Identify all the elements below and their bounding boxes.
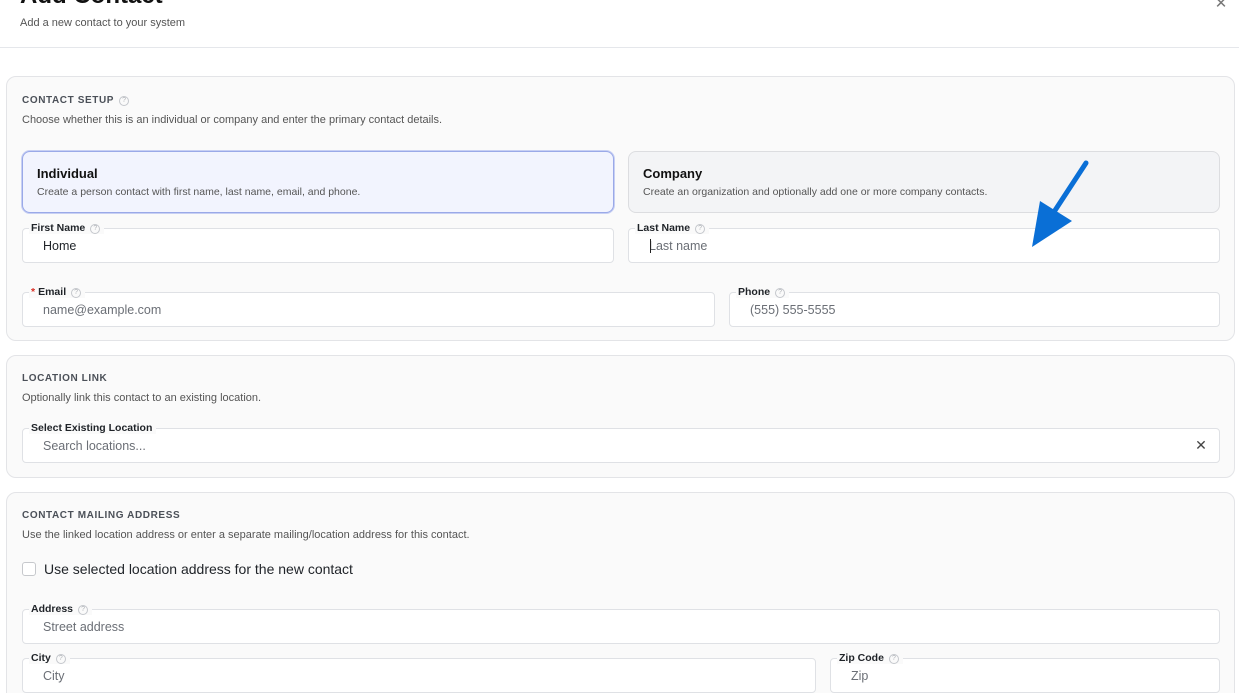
city-field: City? <box>22 652 816 693</box>
email-field: * Email? <box>22 286 715 327</box>
phone-label: Phone? <box>736 286 790 298</box>
zip-code-field: Zip Code? <box>830 652 1220 693</box>
checkbox-label: Use selected location address for the ne… <box>44 561 353 577</box>
type-card-title: Company <box>643 166 703 181</box>
location-select-field: Select Existing Location ✕ <box>22 422 1220 463</box>
dialog-title: Add Contact <box>20 0 163 8</box>
type-card-individual[interactable]: Individual Create a person contact with … <box>22 151 614 213</box>
type-card-description: Create an organization and optionally ad… <box>643 186 988 198</box>
first-name-input[interactable] <box>43 238 593 254</box>
use-location-address-checkbox[interactable] <box>22 562 36 576</box>
contact-setup-section: CONTACT SETUP? Choose whether this is an… <box>6 76 1235 341</box>
help-icon[interactable]: ? <box>55 654 66 664</box>
clear-icon[interactable]: ✕ <box>1193 437 1209 453</box>
location-link-section: LOCATION LINK Optionally link this conta… <box>6 355 1235 478</box>
close-icon[interactable]: ✕ <box>1213 0 1229 12</box>
mailing-address-title: CONTACT MAILING ADDRESS <box>22 510 181 521</box>
address-input[interactable] <box>43 619 1199 635</box>
type-card-title: Individual <box>37 166 98 181</box>
email-label: * Email? <box>29 286 86 298</box>
contact-setup-title: CONTACT SETUP? <box>22 95 130 106</box>
use-location-address-option[interactable]: Use selected location address for the ne… <box>22 560 353 578</box>
help-icon[interactable]: ? <box>775 288 786 298</box>
required-mark: * <box>31 286 36 298</box>
email-input[interactable] <box>43 302 694 318</box>
help-icon[interactable]: ? <box>71 288 82 298</box>
location-link-description: Optionally link this contact to an exist… <box>22 392 262 404</box>
help-icon[interactable]: ? <box>90 224 101 234</box>
type-card-company[interactable]: Company Create an organization and optio… <box>628 151 1220 213</box>
help-icon[interactable]: ? <box>695 224 706 234</box>
location-search-input[interactable] <box>43 438 1199 454</box>
first-name-field: First Name? <box>22 222 614 263</box>
address-field: Address? <box>22 603 1220 644</box>
phone-field: Phone? <box>729 286 1220 327</box>
last-name-field: Last Name? <box>628 222 1220 263</box>
first-name-label: First Name? <box>29 222 105 234</box>
help-icon[interactable]: ? <box>119 96 130 106</box>
text-caret <box>650 239 651 253</box>
location-link-title: LOCATION LINK <box>22 373 108 384</box>
help-icon[interactable]: ? <box>888 654 899 664</box>
dialog-header: Add Contact Add a new contact to your sy… <box>0 0 1239 48</box>
contact-setup-description: Choose whether this is an individual or … <box>22 114 443 126</box>
dialog-subtitle: Add a new contact to your system <box>20 17 186 29</box>
address-label: Address? <box>29 603 93 615</box>
mailing-address-description: Use the linked location address or enter… <box>22 529 470 541</box>
zip-code-label: Zip Code? <box>837 652 903 664</box>
mailing-address-section: CONTACT MAILING ADDRESS Use the linked l… <box>6 492 1235 693</box>
type-card-description: Create a person contact with first name,… <box>37 186 361 198</box>
last-name-label: Last Name? <box>635 222 710 234</box>
phone-input[interactable] <box>750 302 1199 318</box>
last-name-input[interactable] <box>649 238 1199 254</box>
location-select-label: Select Existing Location <box>29 422 157 434</box>
help-icon[interactable]: ? <box>78 605 89 615</box>
zip-code-input[interactable] <box>851 668 1199 684</box>
city-label: City? <box>29 652 70 664</box>
city-input[interactable] <box>43 668 795 684</box>
